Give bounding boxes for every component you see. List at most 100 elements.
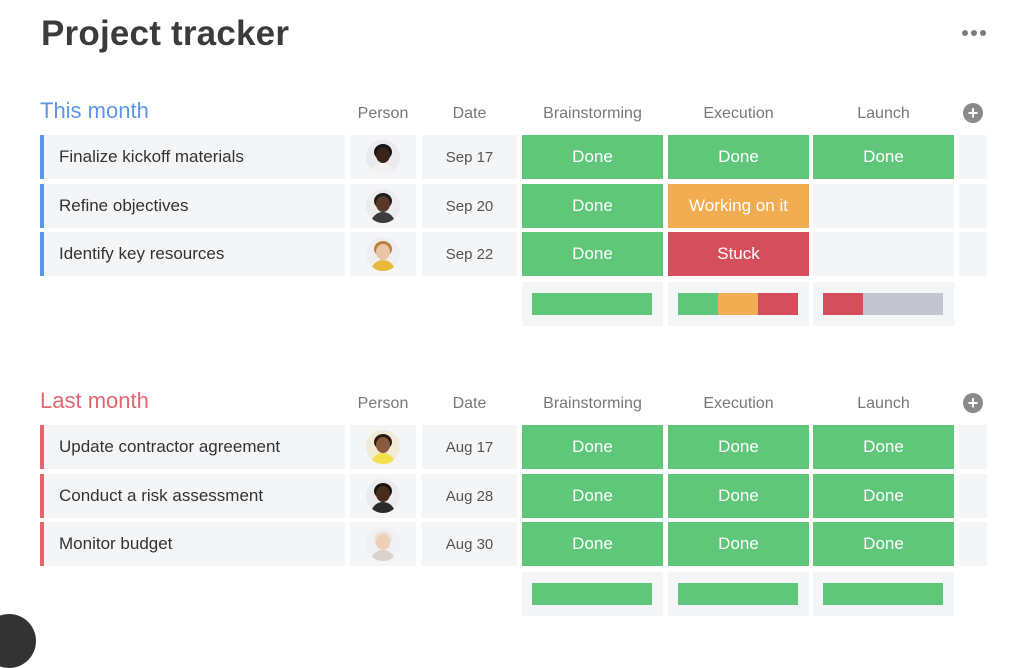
summary-brainstorming-cell — [522, 282, 663, 326]
table-row: Monitor budget Aug 30 Done Done Done — [0, 522, 1020, 566]
plus-circle-icon: + — [967, 103, 979, 123]
column-header-date: Date — [452, 105, 487, 122]
table-row: Identify key resources Sep 22 Done Stuck — [0, 232, 1020, 276]
avatar-shoulders — [371, 550, 395, 561]
item-name-cell[interactable]: Identify key resources — [40, 232, 345, 276]
status-execution-cell[interactable]: Working on it — [668, 184, 809, 228]
item-name-cell[interactable]: Finalize kickoff materials — [40, 135, 345, 179]
item-name: Monitor budget — [59, 534, 173, 553]
status-distribution-bar[interactable] — [678, 583, 798, 605]
avatar-face — [376, 534, 390, 550]
status-execution-cell[interactable]: Done — [668, 522, 809, 566]
summary-segment-done — [823, 583, 943, 605]
more-dot — [980, 30, 986, 36]
date-cell[interactable]: Aug 30 — [422, 522, 517, 566]
summary-row — [0, 282, 1020, 326]
summary-segment-done — [532, 293, 652, 315]
person-avatar[interactable] — [366, 527, 400, 561]
table-row: Refine objectives Sep 20 Done Working on it — [0, 184, 1020, 228]
empty-column-cell — [959, 522, 987, 566]
status-execution-cell[interactable]: Done — [668, 135, 809, 179]
item-name-cell[interactable]: Update contractor agreement — [40, 425, 345, 469]
summary-launch-cell — [813, 572, 954, 616]
status-launch-cell[interactable] — [813, 232, 954, 276]
column-header-execution: Execution — [703, 395, 774, 412]
status-launch-cell[interactable]: Done — [813, 425, 954, 469]
item-name-cell[interactable]: Conduct a risk assessment — [40, 474, 345, 518]
avatar-shoulders — [371, 260, 395, 271]
summary-segment-done — [678, 583, 798, 605]
person-avatar[interactable] — [366, 430, 400, 464]
more-dot — [971, 30, 977, 36]
status-distribution-bar[interactable] — [532, 293, 652, 315]
date-cell[interactable]: Sep 20 — [422, 184, 517, 228]
status-brainstorming-cell[interactable]: Done — [522, 135, 663, 179]
avatar-face — [376, 486, 390, 502]
group-header: Last month Person Date Brainstorming Executi… — [0, 386, 1020, 426]
table-row: Conduct a risk assessment Aug 28 Done Done D… — [0, 474, 1020, 518]
avatar-face — [376, 147, 390, 163]
date-cell[interactable]: Aug 28 — [422, 474, 517, 518]
table-row: Finalize kickoff materials Sep 17 Done Done… — [0, 135, 1020, 179]
item-name-cell[interactable]: Monitor budget — [40, 522, 345, 566]
item-name: Refine objectives — [59, 196, 189, 215]
group-title[interactable]: Last month — [40, 386, 149, 416]
status-launch-cell[interactable]: Done — [813, 474, 954, 518]
column-header-person: Person — [357, 105, 409, 122]
summary-execution-cell — [668, 282, 809, 326]
status-brainstorming-cell[interactable]: Done — [522, 522, 663, 566]
status-distribution-bar[interactable] — [823, 293, 943, 315]
person-avatar[interactable] — [366, 237, 400, 271]
summary-execution-cell — [668, 572, 809, 616]
avatar-shoulders — [371, 212, 395, 223]
date-cell[interactable]: Sep 22 — [422, 232, 517, 276]
person-avatar[interactable] — [366, 140, 400, 174]
status-brainstorming-cell[interactable]: Done — [522, 425, 663, 469]
status-brainstorming-cell[interactable]: Done — [522, 232, 663, 276]
more-options-button[interactable] — [958, 23, 990, 43]
person-avatar[interactable] — [366, 189, 400, 223]
status-distribution-bar[interactable] — [823, 583, 943, 605]
person-cell — [350, 135, 416, 179]
more-horizontal-icon — [962, 30, 968, 36]
person-avatar[interactable] — [366, 479, 400, 513]
summary-segment-empty — [862, 293, 943, 315]
add-column-button[interactable]: + — [963, 103, 983, 123]
group-last-month: Last month Person Date Brainstorming Executi… — [0, 386, 1020, 626]
table-row: Update contractor agreement Aug 17 Done Don… — [0, 425, 1020, 469]
item-name-cell[interactable]: Refine objectives — [40, 184, 345, 228]
person-cell — [350, 474, 416, 518]
status-brainstorming-cell[interactable]: Done — [522, 184, 663, 228]
column-header-person: Person — [357, 395, 409, 412]
item-name: Update contractor agreement — [59, 437, 281, 456]
status-distribution-bar[interactable] — [532, 583, 652, 605]
column-header-execution: Execution — [703, 105, 774, 122]
group-color-bar — [40, 135, 44, 179]
avatar-face — [376, 437, 390, 453]
status-launch-cell[interactable] — [813, 184, 954, 228]
page-title: Project tracker — [41, 14, 290, 53]
empty-column-cell — [959, 232, 987, 276]
column-header-brainstorming: Brainstorming — [543, 395, 642, 412]
group-color-bar — [40, 522, 44, 566]
status-execution-cell[interactable]: Stuck — [668, 232, 809, 276]
item-name: Conduct a risk assessment — [59, 486, 264, 505]
group-color-bar — [40, 184, 44, 228]
summary-segment-stuck — [823, 293, 863, 315]
summary-segment-done — [678, 293, 718, 315]
status-distribution-bar[interactable] — [678, 293, 798, 315]
status-execution-cell[interactable]: Done — [668, 425, 809, 469]
group-header: This month Person Date Brainstorming Executi… — [0, 96, 1020, 136]
status-launch-cell[interactable]: Done — [813, 135, 954, 179]
status-launch-cell[interactable]: Done — [813, 522, 954, 566]
status-brainstorming-cell[interactable]: Done — [522, 474, 663, 518]
person-cell — [350, 425, 416, 469]
add-column-button[interactable]: + — [963, 393, 983, 413]
empty-column-cell — [959, 425, 987, 469]
status-execution-cell[interactable]: Done — [668, 474, 809, 518]
date-cell[interactable]: Sep 17 — [422, 135, 517, 179]
empty-column-cell — [959, 135, 987, 179]
date-cell[interactable]: Aug 17 — [422, 425, 517, 469]
group-title[interactable]: This month — [40, 96, 149, 126]
summary-row — [0, 572, 1020, 616]
